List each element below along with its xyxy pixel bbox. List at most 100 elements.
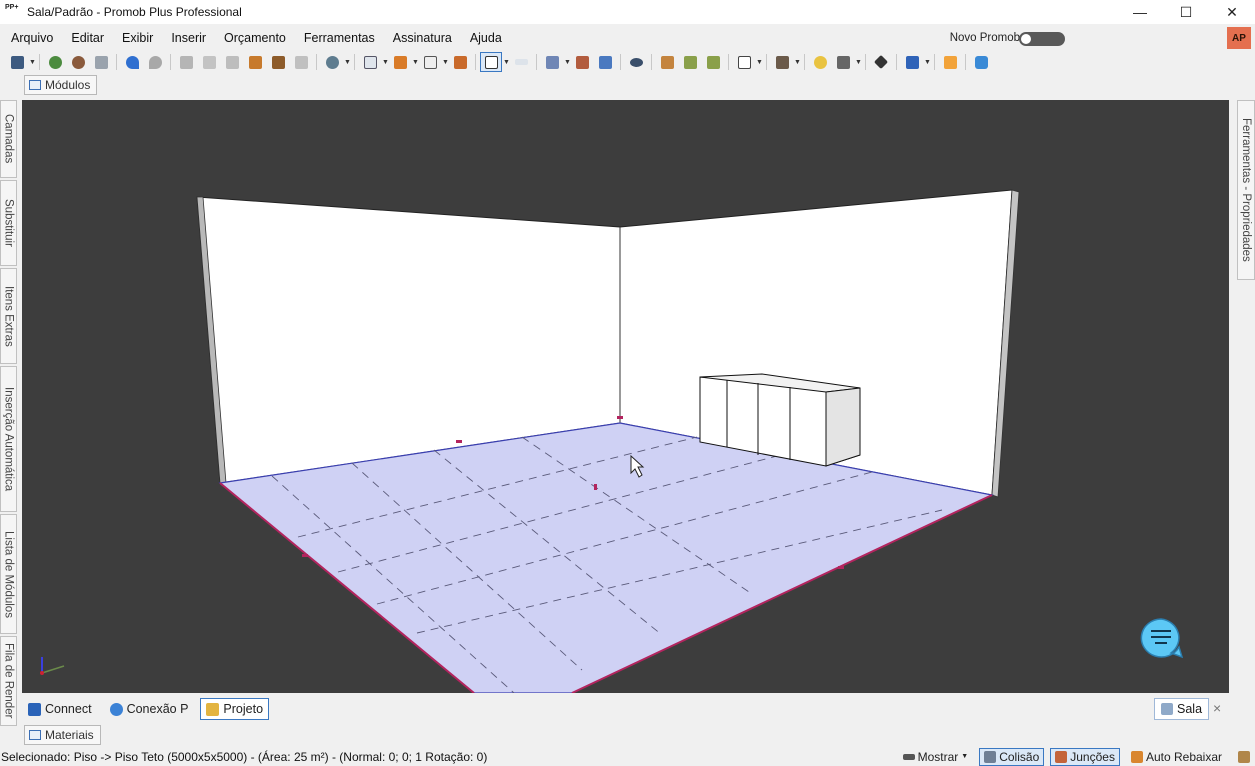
layout-icon[interactable] [359, 52, 381, 72]
tab-modulos[interactable]: Módulos [24, 75, 98, 95]
panel-tab-label: Ferramentas - Propriedades [1240, 118, 1252, 262]
chevron-down-icon[interactable]: ▼ [855, 59, 862, 66]
menu-orcamento[interactable]: Orçamento [215, 31, 295, 45]
palette-icon[interactable] [901, 52, 923, 72]
camera-icon[interactable] [832, 52, 854, 72]
chevron-down-icon[interactable]: ▼ [29, 59, 36, 66]
colisao-label: Colisão [999, 749, 1040, 764]
save-icon[interactable] [6, 52, 28, 72]
chevron-down-icon[interactable]: ▼ [382, 59, 389, 66]
close-button[interactable]: ✕ [1209, 0, 1255, 24]
tab-projeto[interactable]: Projeto [200, 698, 270, 720]
cut-icon[interactable] [175, 52, 197, 72]
chevron-down-icon[interactable]: ▼ [924, 59, 931, 66]
render-icon[interactable] [44, 52, 66, 72]
hammer-icon[interactable] [244, 52, 266, 72]
print-icon[interactable] [90, 52, 112, 72]
walk-icon[interactable] [656, 52, 678, 72]
scene-canvas[interactable] [22, 100, 1229, 693]
panel-tab-ferramentas-propriedades[interactable]: Ferramentas - Propriedades [1237, 100, 1255, 280]
toolbar-divider [766, 54, 767, 70]
tab-modulos-label: Módulos [45, 78, 91, 92]
toolbar-divider [728, 54, 729, 70]
toolbar-divider [896, 54, 897, 70]
menu-exibir[interactable]: Exibir [113, 31, 162, 45]
copy-icon[interactable] [198, 52, 220, 72]
shape-icon[interactable] [419, 52, 441, 72]
chat-icon[interactable] [970, 52, 992, 72]
tab-sala[interactable]: Sala [1154, 698, 1210, 720]
tab-connect[interactable]: Connect [22, 698, 98, 720]
eye-icon[interactable] [625, 52, 647, 72]
delete-icon[interactable] [290, 52, 312, 72]
menu-ajuda[interactable]: Ajuda [461, 31, 511, 45]
chevron-down-icon[interactable]: ▼ [442, 59, 449, 66]
menu-assinatura[interactable]: Assinatura [384, 31, 461, 45]
tab-connect-label: Connect [45, 702, 92, 716]
toolbar-divider [170, 54, 171, 70]
price-icon[interactable] [321, 52, 343, 72]
chevron-down-icon[interactable]: ▼ [794, 59, 801, 66]
tab-materiais[interactable]: Materiais [24, 725, 101, 745]
box-icon[interactable] [771, 52, 793, 72]
arrow-right-icon[interactable] [702, 52, 724, 72]
minimize-button[interactable]: — [1117, 0, 1163, 24]
layers-icon[interactable] [541, 52, 563, 72]
paste-icon[interactable] [221, 52, 243, 72]
3d-viewport[interactable] [22, 100, 1229, 693]
close-icon[interactable]: × [1213, 700, 1221, 716]
menu-inserir[interactable]: Inserir [162, 31, 215, 45]
novo-promob-toggle[interactable] [1019, 32, 1065, 46]
redo-icon[interactable] [144, 52, 166, 72]
measure-icon[interactable] [510, 52, 532, 72]
tab-materiais-label: Materiais [45, 728, 94, 742]
status-toggles: Mostrar ▼ Colisão Junções Auto Rebaixar [898, 747, 1255, 766]
menu-arquivo[interactable]: Arquivo [0, 31, 62, 45]
panel-tab-fila-render[interactable]: Fila de Render [0, 636, 17, 726]
colisao-toggle[interactable]: Colisão [979, 747, 1045, 766]
wall-icon[interactable] [389, 52, 411, 72]
toolbar-divider [354, 54, 355, 70]
user-icon[interactable] [939, 52, 961, 72]
chevron-down-icon[interactable]: ▼ [503, 59, 510, 66]
panel-tab-substituir[interactable]: Substituir [0, 180, 17, 266]
menu-ferramentas[interactable]: Ferramentas [295, 31, 384, 45]
globe-icon [109, 702, 123, 716]
panel-tab-camadas[interactable]: Camadas [0, 100, 17, 178]
panel-tab-label: Lista de Módulos [2, 530, 15, 618]
paint-icon[interactable] [267, 52, 289, 72]
chevron-down-icon[interactable]: ▼ [756, 59, 763, 66]
maximize-button[interactable]: ☐ [1163, 0, 1209, 24]
door-icon[interactable] [449, 52, 471, 72]
menu-editar[interactable]: Editar [62, 31, 113, 45]
render-settings-icon[interactable] [67, 52, 89, 72]
main-toolbar: ▼ ▼ ▼ ▼ ▼ ▼ ▼ ▼ ▼ ▼ ▼ [6, 51, 992, 73]
select-pointer-icon[interactable] [480, 52, 502, 72]
panel-tab-label: Inserção Automática [2, 386, 15, 492]
toolbar-divider [316, 54, 317, 70]
printer-icon [1161, 703, 1173, 715]
panel-tab-itens-extras[interactable]: Itens Extras [0, 268, 17, 364]
move-icon[interactable] [870, 52, 892, 72]
avatar[interactable]: AP [1227, 27, 1251, 49]
toolbar-divider [620, 54, 621, 70]
arrow-left-icon[interactable] [679, 52, 701, 72]
view-3d-icon[interactable] [594, 52, 616, 72]
tool-icon[interactable] [1233, 748, 1255, 766]
panel-tab-insercao-automatica[interactable]: Inserção Automática [0, 366, 17, 512]
mostrar-dropdown[interactable]: Mostrar ▼ [898, 748, 974, 766]
chevron-down-icon[interactable]: ▼ [344, 59, 351, 66]
chevron-down-icon[interactable]: ▼ [412, 59, 419, 66]
juncoes-toggle[interactable]: Junções [1050, 747, 1120, 766]
dimension-icon[interactable] [571, 52, 593, 72]
undo-icon[interactable] [121, 52, 143, 72]
panel-tab-lista-modulos[interactable]: Lista de Módulos [0, 514, 17, 634]
chevron-down-icon[interactable]: ▼ [564, 59, 571, 66]
chat-assistant-icon[interactable] [1139, 617, 1183, 659]
auto-rebaixar-label: Auto Rebaixar [1145, 749, 1222, 764]
light-icon[interactable] [809, 52, 831, 72]
window-controls: — ☐ ✕ [1117, 0, 1255, 24]
view-frame-icon[interactable] [733, 52, 755, 72]
tab-conexao-p[interactable]: Conexão P [104, 698, 195, 720]
auto-rebaixar-toggle[interactable]: Auto Rebaixar [1126, 748, 1227, 766]
